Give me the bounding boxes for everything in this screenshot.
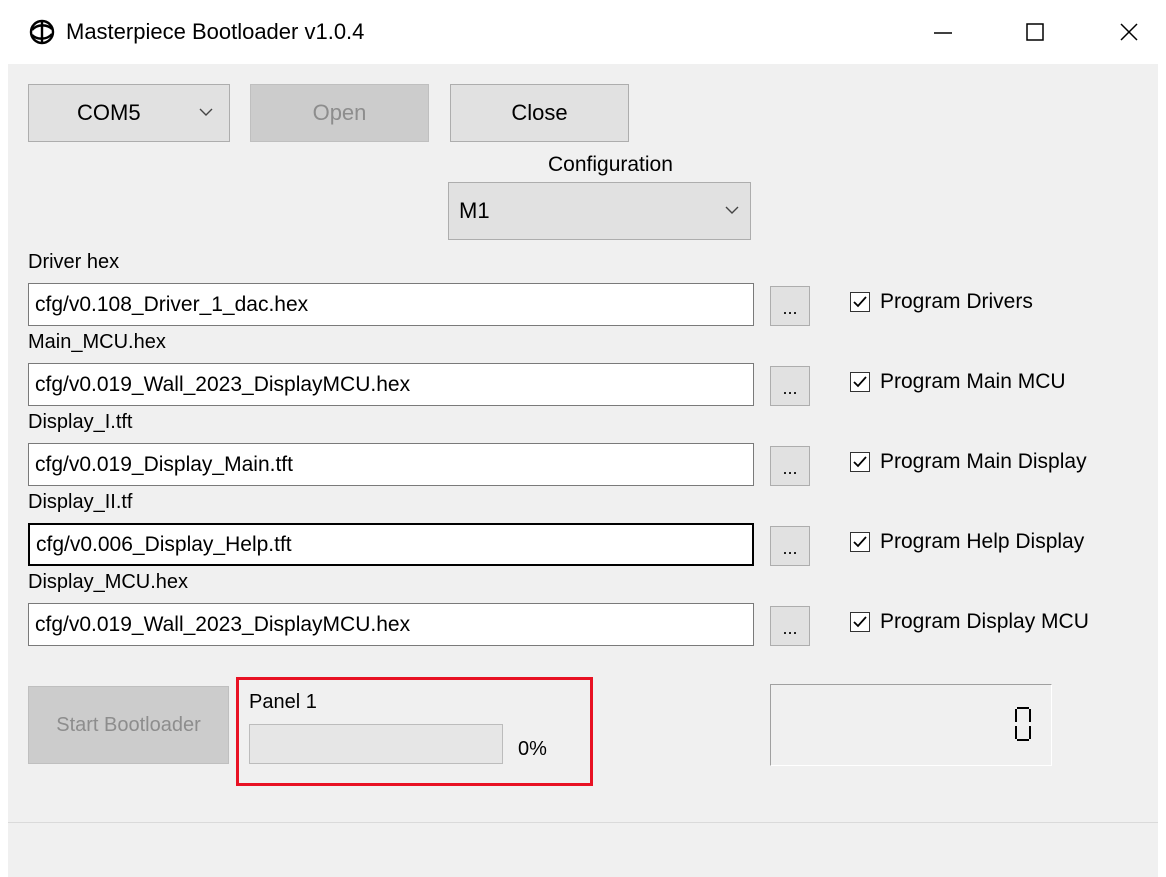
maximize-button[interactable] [995, 0, 1075, 64]
program-help-display-label: Program Help Display [880, 530, 1085, 553]
display-ii-tf-label: Display_II.tf [28, 491, 133, 513]
program-drivers-label: Program Drivers [880, 290, 1033, 313]
display-mcu-hex-path-input[interactable]: cfg/v0.019_Wall_2023_DisplayMCU.hex [28, 603, 754, 646]
program-help-display-checkbox[interactable]: Program Help Display [850, 530, 1084, 554]
chevron-down-icon [199, 108, 213, 116]
maximize-icon [1026, 23, 1044, 41]
display-i-tft-label: Display_I.tft [28, 411, 133, 433]
display-i-tft-path-input[interactable]: cfg/v0.019_Display_Main.tft [28, 443, 754, 486]
configuration-select-value: M1 [459, 198, 490, 223]
program-display-mcu-label: Program Display MCU [880, 610, 1089, 633]
port-select-value: COM5 [77, 100, 141, 125]
program-main-display-label: Program Main Display [880, 450, 1087, 473]
program-main-mcu-label: Program Main MCU [880, 370, 1066, 393]
close-icon [1120, 23, 1138, 41]
display-ii-tf-path-input[interactable]: cfg/v0.006_Display_Help.tft [28, 523, 754, 566]
panel-progress-bar [249, 724, 503, 764]
driver-hex-label: Driver hex [28, 251, 120, 273]
open-button[interactable]: Open [250, 84, 429, 142]
checkbox-box[interactable] [850, 372, 870, 392]
checkbox-box[interactable] [850, 532, 870, 552]
close-port-button[interactable]: Close [450, 84, 629, 142]
checkmark-icon [853, 616, 867, 628]
close-window-button[interactable] [1089, 0, 1166, 64]
status-bar [8, 822, 1158, 877]
chevron-down-icon [725, 206, 739, 214]
lcd-digit [1015, 707, 1031, 741]
window-title: Masterpiece Bootloader v1.0.4 [66, 19, 365, 44]
main-mcu-hex-label: Main_MCU.hex [28, 331, 166, 353]
program-display-mcu-checkbox[interactable]: Program Display MCU [850, 610, 1089, 634]
checkbox-box[interactable] [850, 452, 870, 472]
title-bar: Masterpiece Bootloader v1.0.4 [0, 0, 1166, 64]
program-main-display-checkbox[interactable]: Program Main Display [850, 450, 1087, 474]
port-select[interactable]: COM5 [28, 84, 230, 142]
program-main-mcu-checkbox[interactable]: Program Main MCU [850, 370, 1066, 394]
lcd-counter-display: 0 [770, 684, 1052, 766]
configuration-select[interactable]: M1 [448, 182, 751, 240]
progress-percent: 0% [518, 738, 547, 760]
display-mcu-hex-browse-button[interactable]: ... [770, 606, 810, 646]
display-mcu-hex-label: Display_MCU.hex [28, 571, 189, 593]
configuration-label: Configuration [548, 153, 673, 176]
main-mcu-hex-path-input[interactable]: cfg/v0.019_Wall_2023_DisplayMCU.hex [28, 363, 754, 406]
checkmark-icon [853, 296, 867, 308]
panel-label: Panel 1 [249, 691, 317, 713]
minimize-button[interactable] [903, 0, 983, 64]
checkmark-icon [853, 536, 867, 548]
start-bootloader-button[interactable]: Start Bootloader [28, 686, 229, 764]
driver-hex-path-input[interactable]: cfg/v0.108_Driver_1_dac.hex [28, 283, 754, 326]
app-logo-icon [29, 19, 55, 45]
checkmark-icon [853, 376, 867, 388]
display-i-tft-browse-button[interactable]: ... [770, 446, 810, 486]
checkbox-box[interactable] [850, 612, 870, 632]
checkbox-box[interactable] [850, 292, 870, 312]
display-ii-tf-browse-button[interactable]: ... [770, 526, 810, 566]
main-mcu-hex-browse-button[interactable]: ... [770, 366, 810, 406]
driver-hex-browse-button[interactable]: ... [770, 286, 810, 326]
minimize-icon [934, 32, 952, 34]
program-drivers-checkbox[interactable]: Program Drivers [850, 290, 1033, 314]
checkmark-icon [853, 456, 867, 468]
